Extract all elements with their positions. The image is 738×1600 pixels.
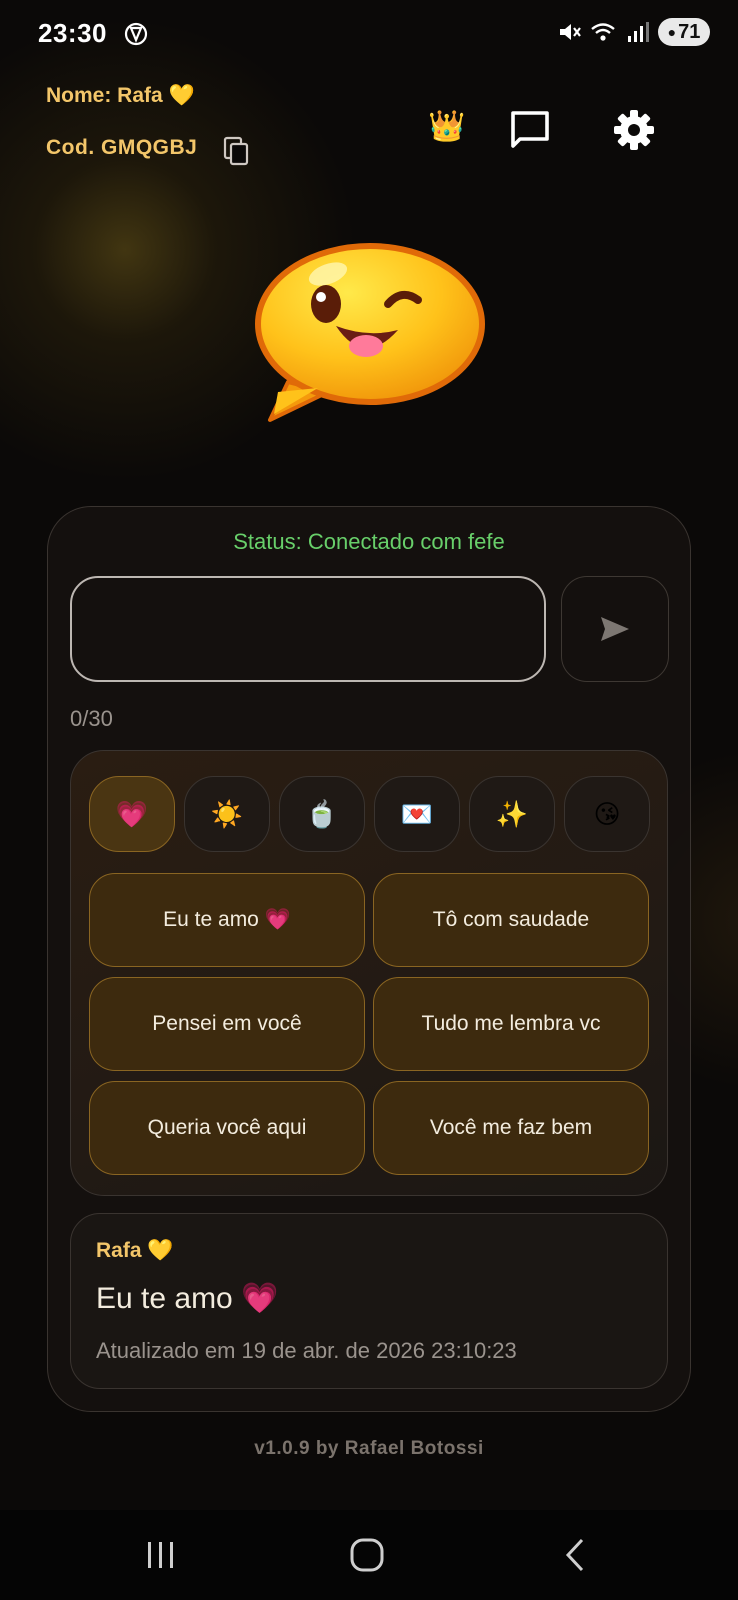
phrase-button[interactable]: Eu te amo 💗 (89, 873, 365, 967)
battery-leaf-icon: ● (667, 24, 677, 40)
mute-icon (560, 24, 581, 40)
home-button[interactable] (337, 1532, 397, 1578)
crown-icon[interactable]: 👑 (428, 112, 465, 142)
category-hearts[interactable]: 💗 (89, 776, 175, 852)
signal-icon (628, 22, 649, 42)
phrase-button[interactable]: Tô com saudade (373, 873, 649, 967)
phrase-button[interactable]: Tudo me lembra vc (373, 977, 649, 1071)
char-counter: 0/30 (70, 706, 113, 731)
last-message-sender: Rafa 💛 (96, 1239, 174, 1262)
user-code-label: Cod. GMQGBJ (46, 136, 198, 159)
recent-apps-button[interactable] (131, 1532, 191, 1578)
status-time: 23:30 (38, 18, 107, 48)
copy-icon[interactable] (222, 136, 250, 166)
gear-icon[interactable] (612, 108, 656, 152)
status-bar: 23:30 ● 71 (0, 0, 738, 70)
send-icon (601, 617, 629, 641)
battery-level: 71 (678, 20, 701, 43)
user-name-label: Nome: Rafa 💛 (46, 84, 195, 107)
wifi-icon (591, 23, 615, 41)
recent-apps-icon (148, 1542, 173, 1568)
category-kiss[interactable]: 😘 (564, 776, 650, 852)
phrase-button[interactable]: Pensei em você (89, 977, 365, 1071)
send-button[interactable] (561, 576, 669, 682)
category-tea[interactable]: 🍵 (279, 776, 365, 852)
home-icon (350, 1538, 384, 1572)
category-love-letter[interactable]: 💌 (374, 776, 460, 852)
last-message-timestamp: Atualizado em 19 de abr. de 2026 23:10:2… (96, 1338, 517, 1363)
connection-status: Status: Conectado com fefe (233, 529, 505, 554)
status-icons: ● 71 (556, 18, 710, 46)
message-input[interactable] (70, 576, 546, 682)
app-version: v1.0.9 by Rafael Botossi (254, 1438, 484, 1459)
battery-icon: ● 71 (658, 18, 710, 46)
app-screen: 23:30 ● 71 Nome: Rafa 💛 Cod. GMQGBJ 👑 St… (0, 0, 738, 1600)
back-button[interactable] (545, 1532, 605, 1578)
navigation-bar (0, 1510, 738, 1600)
category-sun[interactable]: ☀️ (184, 776, 270, 852)
winking-chat-mascot-icon (255, 243, 485, 422)
back-icon (565, 1538, 584, 1572)
last-message-text: Eu te amo 💗 (96, 1282, 279, 1315)
phrase-button[interactable]: Você me faz bem (373, 1081, 649, 1175)
chat-icon[interactable] (508, 108, 552, 152)
phrase-button[interactable]: Queria você aqui (89, 1081, 365, 1175)
openai-icon (124, 22, 148, 46)
category-sparkles[interactable]: ✨ (469, 776, 555, 852)
